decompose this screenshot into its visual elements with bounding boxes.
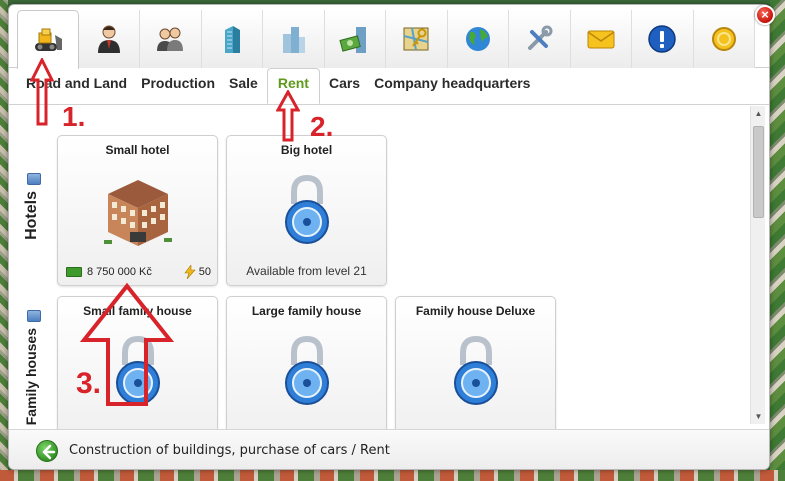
building-card-family-house-deluxe[interactable]: Family house Deluxe [395, 296, 556, 429]
building-card-big-hotel[interactable]: Big hotel Available from level 21 [226, 135, 387, 286]
tab-cars[interactable]: Cars [324, 69, 365, 103]
category-toolbar [9, 10, 769, 69]
game-background-right [770, 0, 785, 481]
section-title-hotels: Hotels [23, 191, 40, 240]
price-value: 8 750 000 Kč [87, 266, 152, 278]
energy-value: 50 [198, 266, 211, 278]
building-card-small-hotel[interactable]: Small hotel 8 750 000 Kč 50 [57, 135, 218, 286]
info-icon [648, 25, 676, 53]
skyscraper-icon [224, 26, 240, 53]
tab-settings[interactable] [509, 10, 571, 68]
map-key-icon [403, 27, 429, 51]
scroll-up-icon[interactable]: ▲ [751, 106, 766, 121]
money-icon [66, 267, 82, 277]
close-button[interactable]: × [755, 5, 775, 25]
tab-production[interactable]: Production [136, 69, 220, 103]
tab-messages[interactable] [570, 10, 632, 68]
annotation-arrow-1 [30, 58, 54, 126]
hotel-building-icon [98, 170, 178, 250]
energy-icon [184, 265, 196, 279]
tab-finance[interactable] [324, 10, 386, 68]
collapse-icon[interactable] [27, 310, 41, 322]
tab-shop[interactable] [693, 10, 755, 68]
section-label-family-houses: Family houses [23, 310, 47, 425]
annotation-step-1: 1. [62, 101, 86, 132]
level-requirement: Available from level 21 [246, 264, 367, 278]
collapse-icon[interactable] [27, 173, 41, 185]
tab-managers[interactable] [78, 10, 140, 68]
annotation-arrow-2 [276, 90, 300, 142]
tab-employees[interactable] [140, 10, 202, 68]
coin-icon [711, 27, 736, 51]
scroll-down-icon[interactable]: ▼ [751, 409, 766, 424]
price-row: 8 750 000 Kč 50 [66, 264, 211, 280]
tab-info[interactable] [632, 10, 694, 68]
vertical-scrollbar[interactable]: ▲ ▼ [750, 106, 765, 424]
annotation-step-2: 2. [310, 111, 334, 142]
padlock-icon [267, 331, 347, 411]
tools-icon [528, 25, 553, 50]
game-background-bottom [0, 470, 785, 481]
game-background-left [0, 0, 8, 481]
card-title: Big hotel [280, 143, 333, 157]
tab-properties[interactable] [263, 10, 325, 68]
tab-map[interactable] [386, 10, 448, 68]
status-bar: Construction of buildings, purchase of c… [9, 429, 769, 469]
padlock-icon [436, 331, 516, 411]
tab-world[interactable] [447, 10, 509, 68]
bulldozer-icon [34, 28, 62, 51]
section-label-hotels: Hotels [23, 173, 47, 240]
back-arrow-icon[interactable] [36, 440, 58, 462]
building-card-large-family-house[interactable]: Large family house [226, 296, 387, 429]
breadcrumb: Construction of buildings, purchase of c… [69, 443, 390, 458]
card-title: Small hotel [105, 143, 170, 157]
scroll-thumb[interactable] [753, 126, 764, 218]
tab-buildings[interactable] [201, 10, 263, 68]
padlock-icon [267, 170, 347, 250]
section-title-family-houses: Family houses [23, 328, 39, 426]
tab-sale[interactable]: Sale [224, 69, 263, 103]
money-building-icon [339, 27, 366, 53]
subcategory-tabs: Road and Land Production Sale Rent Cars … [9, 68, 769, 105]
envelope-icon [587, 30, 615, 49]
tab-company-headquarters[interactable]: Company headquarters [369, 69, 535, 103]
globe-icon [465, 27, 490, 51]
people-icon [157, 27, 184, 51]
card-title: Family house Deluxe [415, 304, 536, 318]
annotation-step-3: 3. [76, 367, 102, 400]
buildings-icon [283, 27, 306, 53]
card-title: Large family house [251, 304, 362, 318]
businessman-icon [97, 25, 120, 53]
